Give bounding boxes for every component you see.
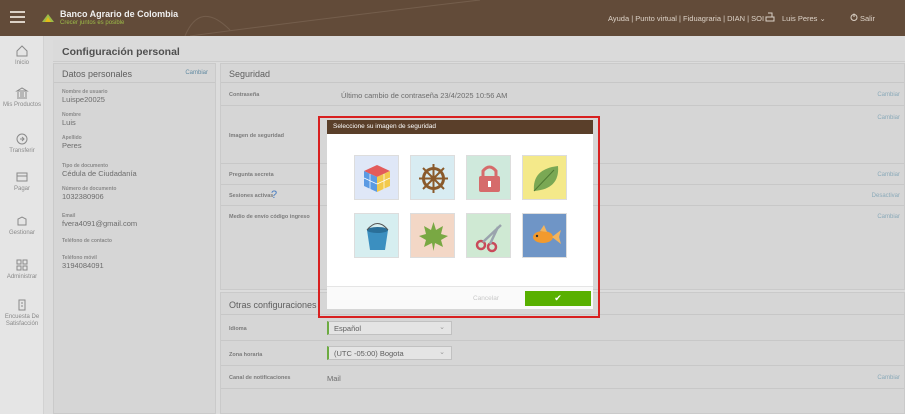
goldfish-icon (533, 225, 561, 244)
image-option-wheel[interactable] (410, 155, 455, 200)
confirm-button[interactable]: ✔ (525, 291, 591, 306)
cancel-button[interactable]: Cancelar (463, 292, 509, 305)
security-image-modal: Seleccione su imagen de seguridad Cancel… (327, 120, 593, 309)
leaf-icon (533, 166, 559, 192)
bucket-icon (366, 223, 389, 250)
rubik-cube-icon (363, 165, 391, 192)
modal-title: Seleccione su imagen de seguridad (327, 120, 593, 134)
image-option-scissors[interactable] (466, 213, 511, 258)
image-option-leaf[interactable] (522, 155, 567, 200)
image-option-bucket[interactable] (354, 213, 399, 258)
image-option-goldfish[interactable] (522, 213, 567, 258)
maple-leaf-icon (419, 222, 448, 251)
image-option-rubik[interactable] (354, 155, 399, 200)
modal-footer: Cancelar ✔ (327, 286, 593, 309)
image-option-padlock[interactable] (466, 155, 511, 200)
padlock-icon (479, 165, 500, 192)
image-option-maple[interactable] (410, 213, 455, 258)
scissors-icon (475, 224, 502, 253)
ship-wheel-icon (419, 164, 448, 193)
